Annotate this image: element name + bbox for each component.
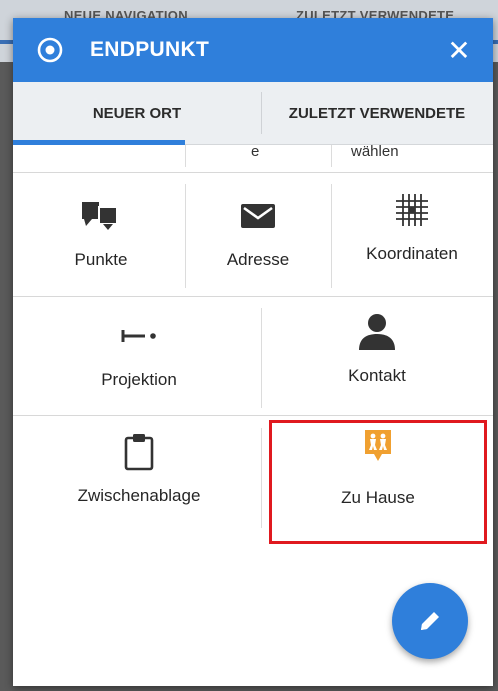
row-divider xyxy=(13,172,493,173)
address-label: Adresse xyxy=(226,250,290,269)
grid-divider xyxy=(185,184,186,288)
tab-recently-used[interactable]: ZULETZT VERWENDETE xyxy=(261,82,493,144)
clipboard-button[interactable]: Zwischenablage xyxy=(69,432,209,506)
coordinates-label: Koordinaten xyxy=(366,244,458,263)
contact-icon xyxy=(355,312,399,352)
contact-label: Kontakt xyxy=(348,366,406,385)
row-divider xyxy=(13,296,493,297)
projection-button[interactable]: Projektion xyxy=(79,316,199,390)
envelope-icon xyxy=(236,196,280,236)
partial-label: e xyxy=(251,145,260,160)
grid-divider xyxy=(261,308,262,408)
points-label: Punkte xyxy=(74,250,128,269)
row-divider xyxy=(13,415,493,416)
grid-icon xyxy=(390,190,434,230)
close-button[interactable]: ✕ xyxy=(443,34,475,66)
tab-new-place[interactable]: NEUER ORT xyxy=(13,82,261,144)
points-icon xyxy=(79,196,123,236)
tab-bar: NEUER ORT ZULETZT VERWENDETE xyxy=(13,82,493,145)
close-icon: ✕ xyxy=(447,34,471,66)
pencil-icon xyxy=(421,612,439,630)
dialog-title: ENDPUNKT xyxy=(90,38,210,61)
points-button[interactable]: Punkte xyxy=(59,196,143,270)
dialog-header: ENDPUNKT ✕ xyxy=(13,18,493,82)
address-button[interactable]: Adresse xyxy=(206,196,310,270)
coordinates-button[interactable]: Koordinaten xyxy=(339,190,485,264)
grid-divider xyxy=(261,428,262,528)
clipboard-icon xyxy=(117,432,161,472)
grid-divider xyxy=(185,145,186,167)
clipboard-label: Zwischenablage xyxy=(77,486,201,505)
endpoint-dialog: ENDPUNKT ✕ NEUER ORT ZULETZT VERWENDETE … xyxy=(13,18,493,686)
selection-highlight xyxy=(269,420,487,544)
scrolled-row: e wählen xyxy=(13,145,493,172)
partial-label: wählen xyxy=(351,145,399,160)
projection-icon xyxy=(117,316,161,356)
edit-fab-button[interactable] xyxy=(392,583,468,659)
grid-divider xyxy=(331,184,332,288)
projection-label: Projektion xyxy=(101,370,177,389)
grid-divider xyxy=(331,145,332,167)
contact-button[interactable]: Kontakt xyxy=(317,312,437,386)
target-icon xyxy=(37,37,63,63)
